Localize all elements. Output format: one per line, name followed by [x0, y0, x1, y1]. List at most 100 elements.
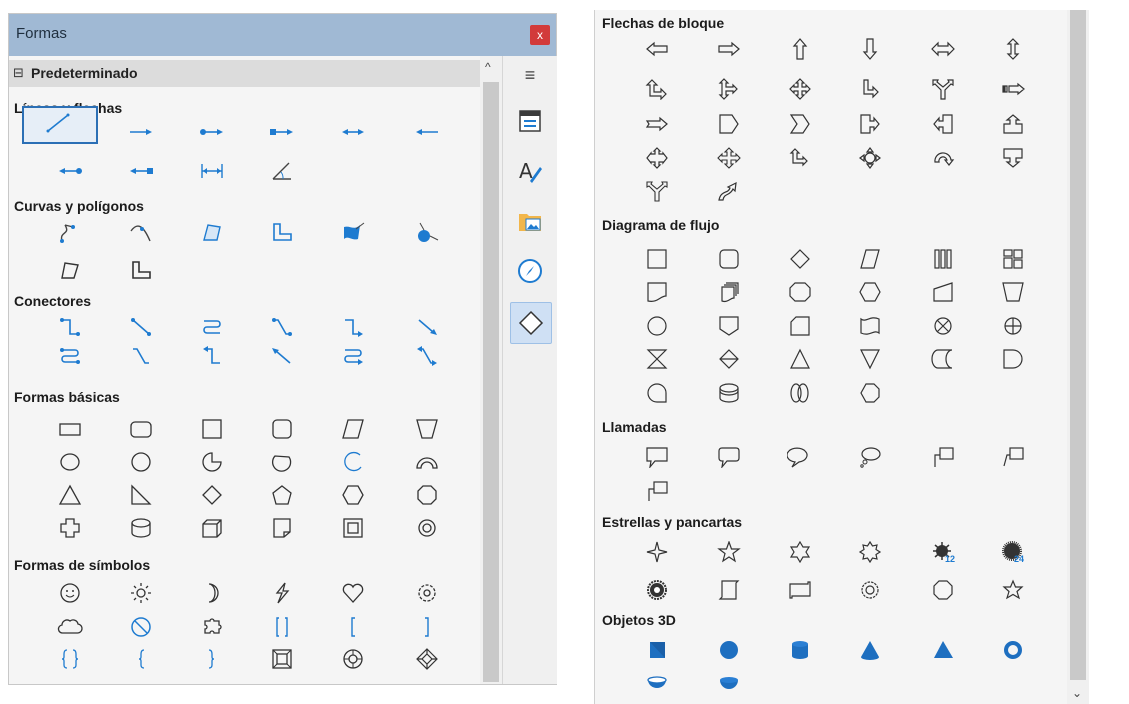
- up-arrow-callout-icon[interactable]: [995, 110, 1031, 138]
- four-way-arrow-alt-icon[interactable]: [711, 144, 747, 172]
- 3d-cube-icon[interactable]: [639, 636, 675, 664]
- flowchart-collate-icon[interactable]: [639, 345, 675, 373]
- circular-arrow-icon[interactable]: [925, 144, 961, 172]
- circular-cross-icon[interactable]: [852, 144, 888, 172]
- right-triangle-icon[interactable]: [123, 481, 159, 509]
- right-scroll-thumb[interactable]: [1070, 10, 1086, 680]
- connector-icon[interactable]: [52, 313, 88, 341]
- collapse-icon[interactable]: ⊟: [13, 65, 24, 81]
- line-connector-ends-icon[interactable]: [123, 342, 159, 370]
- square-bevel-icon[interactable]: [264, 645, 300, 673]
- flowchart-or-icon[interactable]: [995, 312, 1031, 340]
- arc-icon[interactable]: [335, 448, 371, 476]
- flowchart-summing-junction-icon[interactable]: [925, 312, 961, 340]
- pentagon-icon[interactable]: [264, 481, 300, 509]
- cube-icon[interactable]: [194, 514, 230, 542]
- flowchart-data-icon[interactable]: [852, 245, 888, 273]
- gallery-deck-icon[interactable]: [510, 201, 550, 241]
- flowchart-document-icon[interactable]: [639, 278, 675, 306]
- right-bracket-icon[interactable]: [409, 613, 445, 641]
- s-shaped-arrow-icon[interactable]: [711, 177, 747, 205]
- curve-icon[interactable]: [52, 218, 88, 246]
- straight-connector-end-arrow-icon[interactable]: [264, 342, 300, 370]
- star-12-icon[interactable]: 12: [925, 538, 961, 566]
- line-callout-3-icon[interactable]: [639, 477, 675, 505]
- flowchart-off-page-connector-icon[interactable]: [711, 312, 747, 340]
- round-callout-icon[interactable]: [782, 443, 818, 471]
- vertical-scroll-icon[interactable]: [711, 576, 747, 604]
- dimension-line-icon[interactable]: [194, 157, 230, 185]
- up-right-down-arrow-icon[interactable]: [711, 75, 747, 103]
- square-icon[interactable]: [194, 415, 230, 443]
- 3d-sphere-icon[interactable]: [711, 636, 747, 664]
- horizontal-scroll-icon[interactable]: [782, 576, 818, 604]
- triangle-icon[interactable]: [52, 481, 88, 509]
- star-4-icon[interactable]: [639, 538, 675, 566]
- line-ends-arrow-icon[interactable]: [123, 118, 159, 146]
- 3d-shell-icon[interactable]: [639, 669, 675, 697]
- navigator-deck-icon[interactable]: [510, 251, 550, 291]
- line-shape-icon[interactable]: [40, 109, 76, 137]
- rounded-square-icon[interactable]: [264, 415, 300, 443]
- brace-pair-icon[interactable]: [52, 645, 88, 673]
- left-arrow-icon[interactable]: [639, 35, 675, 63]
- right-arrow-callout-icon[interactable]: [852, 110, 888, 138]
- down-arrow-callout-icon[interactable]: [995, 144, 1031, 172]
- star-24-icon[interactable]: 24: [995, 538, 1031, 566]
- angle-line-icon[interactable]: [264, 157, 300, 185]
- freeform-filled-icon[interactable]: [335, 218, 371, 246]
- explosion-icon[interactable]: [639, 576, 675, 604]
- freeform-line-icon[interactable]: [409, 218, 445, 246]
- star-outline-icon[interactable]: [995, 576, 1031, 604]
- block-arc-icon[interactable]: [409, 448, 445, 476]
- up-down-arrow-icon[interactable]: [995, 35, 1031, 63]
- up-arrow-icon[interactable]: [782, 35, 818, 63]
- 3d-cylinder-icon[interactable]: [782, 636, 818, 664]
- flowchart-direct-access-icon[interactable]: [782, 379, 818, 407]
- parallelogram-icon[interactable]: [335, 415, 371, 443]
- octagon-icon[interactable]: [409, 481, 445, 509]
- rectangle-icon[interactable]: [52, 415, 88, 443]
- octagon-bevel-icon[interactable]: [335, 645, 371, 673]
- split-round-arrow-icon[interactable]: [639, 177, 675, 205]
- flowchart-connector-icon[interactable]: [639, 312, 675, 340]
- 3d-cone-icon[interactable]: [852, 636, 888, 664]
- doorplate-icon[interactable]: [925, 576, 961, 604]
- flowchart-manual-input-icon[interactable]: [925, 278, 961, 306]
- ring-icon[interactable]: [409, 514, 445, 542]
- scroll-thumb[interactable]: [483, 82, 499, 682]
- flowchart-alternate-process-icon[interactable]: [711, 245, 747, 273]
- flowchart-sort-icon[interactable]: [711, 345, 747, 373]
- line-arrow-square-icon[interactable]: [123, 157, 159, 185]
- connector-arrows-icon[interactable]: [335, 313, 371, 341]
- section-header-predeterminado[interactable]: ⊟ Predeterminado: [9, 60, 480, 87]
- left-scrollbar[interactable]: ^: [480, 56, 502, 684]
- prohibited-icon[interactable]: [123, 613, 159, 641]
- notched-right-arrow-icon[interactable]: [639, 110, 675, 138]
- frame-icon[interactable]: [335, 514, 371, 542]
- split-arrow-icon[interactable]: [925, 75, 961, 103]
- flowchart-stored-data-icon[interactable]: [925, 345, 961, 373]
- line-arrow-start-icon[interactable]: [409, 118, 445, 146]
- flowchart-display-icon[interactable]: [852, 379, 888, 407]
- flowchart-magnetic-disc-icon[interactable]: [711, 379, 747, 407]
- sidebar-menu-icon[interactable]: ≡: [510, 62, 550, 88]
- 3d-half-sphere-icon[interactable]: [711, 669, 747, 697]
- straight-connector-icon[interactable]: [123, 313, 159, 341]
- curve-filled-icon[interactable]: [123, 218, 159, 246]
- heart-icon[interactable]: [335, 579, 371, 607]
- close-button[interactable]: x: [530, 25, 550, 45]
- ellipse-icon[interactable]: [52, 448, 88, 476]
- line-connector-icon[interactable]: [264, 313, 300, 341]
- rounded-rectangle-icon[interactable]: [123, 415, 159, 443]
- corner-right-arrow-icon[interactable]: [852, 75, 888, 103]
- signet-icon[interactable]: [852, 576, 888, 604]
- cloud-icon[interactable]: [52, 613, 88, 641]
- rectangular-callout-icon[interactable]: [639, 443, 675, 471]
- curved-connector-arrows-icon[interactable]: [335, 342, 371, 370]
- down-arrow-icon[interactable]: [852, 35, 888, 63]
- star-6-icon[interactable]: [782, 538, 818, 566]
- smiley-icon[interactable]: [52, 579, 88, 607]
- puzzle-icon[interactable]: [194, 613, 230, 641]
- line-callout-1-icon[interactable]: [925, 443, 961, 471]
